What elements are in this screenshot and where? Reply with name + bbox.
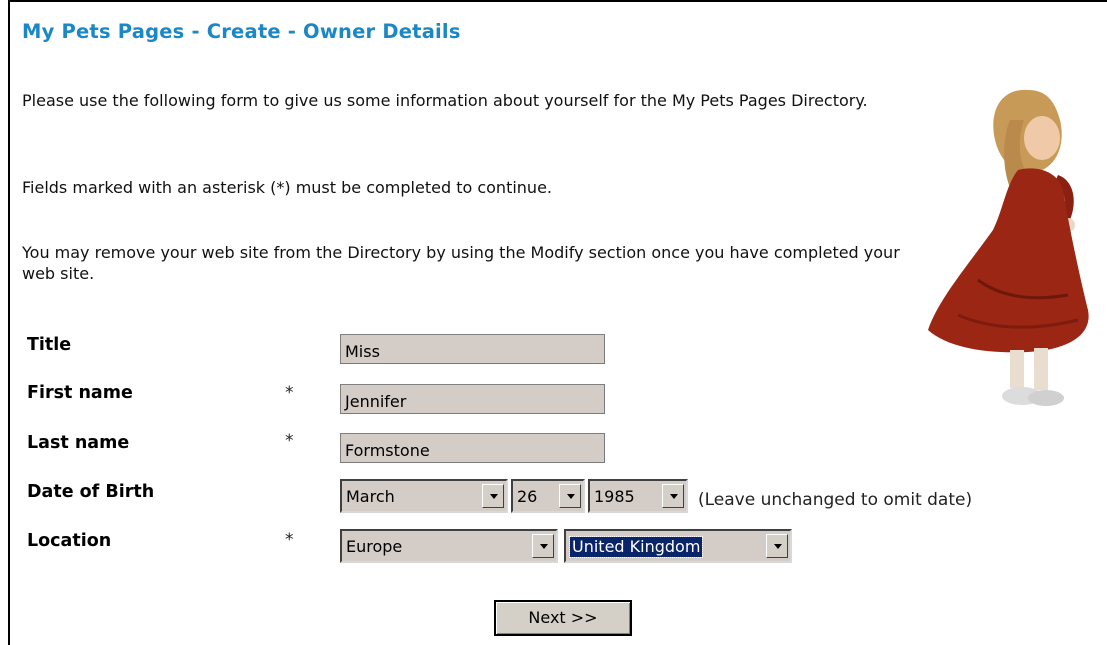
first-name-required-marker: * <box>285 383 294 403</box>
birth-month-value: March <box>346 487 395 506</box>
chevron-down-icon[interactable] <box>482 484 504 508</box>
country-value: United Kingdom <box>568 536 704 558</box>
location-label: Location <box>27 531 112 551</box>
last-name-input[interactable]: Formstone <box>340 433 605 463</box>
birth-year-value: 1985 <box>594 487 635 506</box>
region-select[interactable]: Europe <box>340 529 558 563</box>
first-name-input[interactable]: Jennifer <box>340 384 605 414</box>
birth-day-select[interactable]: 26 <box>511 479 585 513</box>
intro-paragraph-2: Fields marked with an asterisk (*) must … <box>22 178 552 197</box>
birth-day-value: 26 <box>517 487 538 506</box>
title-input[interactable]: Miss <box>340 334 605 364</box>
last-name-label: Last name <box>27 433 130 453</box>
region-value: Europe <box>346 537 403 556</box>
chevron-down-icon[interactable] <box>559 484 581 508</box>
birth-year-select[interactable]: 1985 <box>588 479 688 513</box>
intro-paragraph-1: Please use the following form to give us… <box>22 91 868 110</box>
date-of-birth-label: Date of Birth <box>27 482 155 502</box>
chevron-down-icon[interactable] <box>766 534 788 558</box>
country-select[interactable]: United Kingdom <box>564 529 792 563</box>
location-required-marker: * <box>285 530 294 550</box>
intro-paragraph-3: You may remove your web site from the Di… <box>22 243 900 283</box>
date-of-birth-hint: (Leave unchanged to omit date) <box>698 490 973 510</box>
chevron-down-icon[interactable] <box>662 484 684 508</box>
next-button[interactable]: Next >> <box>494 600 632 636</box>
last-name-required-marker: * <box>285 431 294 451</box>
first-name-label: First name <box>27 383 133 403</box>
chevron-down-icon[interactable] <box>532 534 554 558</box>
girl-photo <box>928 89 1089 406</box>
page-title: My Pets Pages - Create - Owner Details <box>22 20 461 43</box>
title-label: Title <box>27 335 72 355</box>
birth-month-select[interactable]: March <box>340 479 508 513</box>
